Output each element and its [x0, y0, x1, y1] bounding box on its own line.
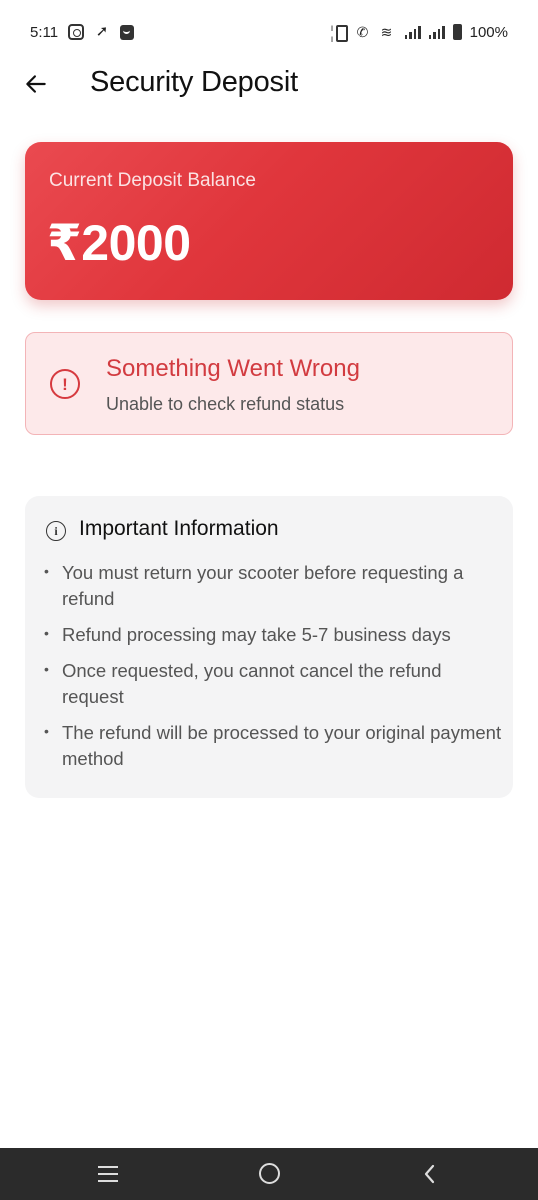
navigation-icon: ➚ — [95, 23, 109, 40]
arrow-left-icon — [26, 75, 46, 93]
status-right: ✆ ≋ 100% — [331, 23, 508, 45]
info-item: Refund processing may take 5-7 business … — [43, 620, 503, 648]
home-icon — [259, 1163, 280, 1184]
signal-icon — [404, 25, 421, 39]
vibrate-icon — [331, 23, 349, 45]
wifi-icon: ≋ — [380, 24, 393, 40]
status-time: 5:11 — [30, 23, 59, 41]
deposit-balance-label: Current Deposit Balance — [49, 170, 256, 191]
page-title: Security Deposit — [90, 66, 298, 98]
signal-icon — [428, 25, 445, 39]
info-item: Once requested, you cannot cancel the re… — [43, 656, 503, 710]
status-bar: 5:11 ➚ ✆ ≋ 100% — [0, 0, 538, 64]
info-item: You must return your scooter before requ… — [43, 558, 503, 612]
system-back-button[interactable] — [418, 1162, 446, 1186]
info-title: Important Information — [79, 517, 279, 540]
screen: 5:11 ➚ ✆ ≋ 100% Security Deposit — [0, 0, 538, 1200]
status-left: 5:11 ➚ — [30, 23, 135, 41]
deposit-balance-amount: ₹2000 — [47, 215, 191, 271]
error-subtitle: Unable to check refund status — [106, 394, 345, 414]
error-title: Something Went Wrong — [106, 355, 360, 382]
instagram-icon — [68, 24, 85, 40]
back-icon — [424, 1164, 435, 1184]
important-information-panel: i Important Information You must return … — [25, 496, 513, 798]
back-button[interactable] — [20, 68, 52, 100]
info-list: You must return your scooter before requ… — [43, 558, 503, 782]
call-icon: ✆ — [356, 24, 369, 40]
refund-status-error: ! Something Went Wrong Unable to check r… — [25, 332, 513, 435]
info-item: The refund will be processed to your ori… — [43, 718, 503, 772]
info-circle-icon: i — [46, 521, 66, 541]
home-button[interactable] — [257, 1162, 285, 1186]
bag-icon — [120, 24, 135, 40]
battery-percentage: 100% — [469, 23, 508, 41]
deposit-balance-card: Current Deposit Balance ₹2000 — [25, 142, 513, 300]
recent-apps-button[interactable] — [95, 1162, 123, 1186]
battery-icon — [452, 24, 462, 40]
app-header: Security Deposit — [0, 64, 538, 104]
alert-circle-icon: ! — [50, 369, 80, 399]
system-navigation-bar — [0, 1148, 538, 1200]
